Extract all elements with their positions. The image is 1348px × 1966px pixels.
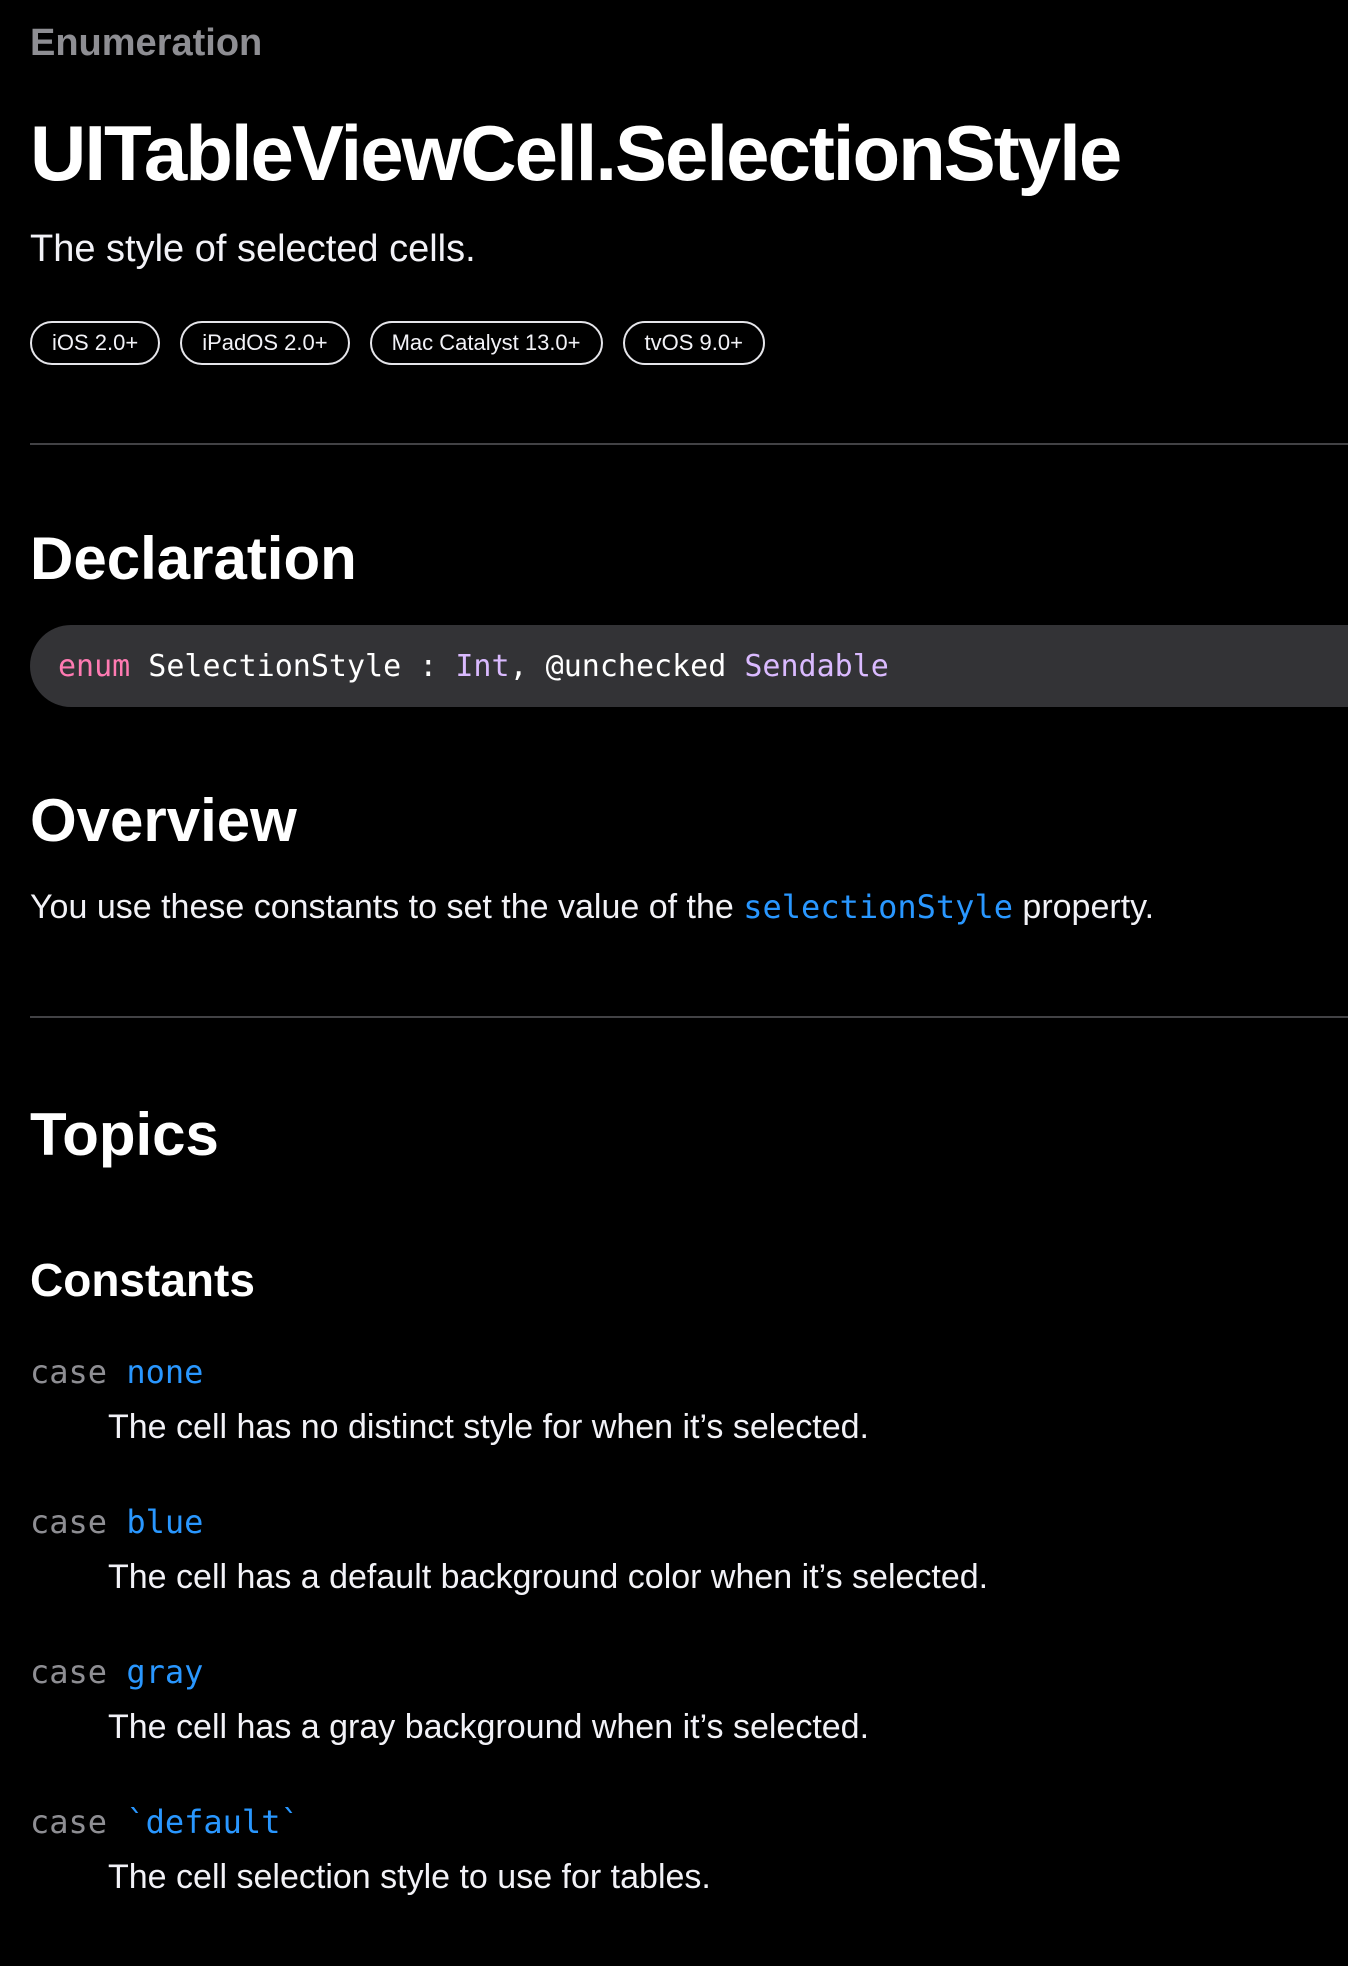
overview-heading: Overview — [30, 787, 297, 854]
overview-paragraph: You use these constants to set the value… — [30, 888, 1154, 927]
declaration-heading: Declaration — [30, 525, 357, 592]
constant-blue-link[interactable]: blue — [126, 1503, 203, 1541]
constant-description: The cell has a default background color … — [108, 1558, 989, 1596]
case-keyword: case — [30, 1653, 108, 1691]
availability-badge-ipados[interactable]: iPadOS 2.0+ — [180, 321, 350, 365]
availability-badge-ios[interactable]: iOS 2.0+ — [30, 321, 161, 365]
overview-text-after: property. — [1012, 888, 1155, 926]
code-keyword: enum — [58, 648, 131, 684]
availability-badges: iOS 2.0+ iPadOS 2.0+ Mac Catalyst 13.0+ … — [30, 321, 765, 365]
abstract: The style of selected cells. — [30, 228, 476, 270]
case-keyword: case — [30, 1503, 108, 1541]
code-name: SelectionStyle : — [130, 648, 456, 684]
constant-none: case none The cell has no distinct style… — [30, 1350, 869, 1447]
case-keyword: case — [30, 1353, 108, 1391]
constant-description: The cell has no distinct style for when … — [108, 1408, 869, 1446]
constant-gray-link[interactable]: gray — [126, 1653, 203, 1691]
code-type-sendable[interactable]: Sendable — [744, 649, 889, 684]
symbol-kind: Enumeration — [30, 22, 263, 64]
constants-heading: Constants — [30, 1254, 255, 1306]
constant-default: case `default` The cell selection style … — [30, 1800, 711, 1897]
constant-none-link[interactable]: none — [126, 1353, 203, 1391]
code-separator: , @unchecked — [509, 648, 745, 684]
overview-text-before: You use these constants to set the value… — [30, 888, 744, 926]
declaration-code: enum SelectionStyle : Int, @unchecked Se… — [30, 625, 1348, 707]
selection-style-link[interactable]: selectionStyle — [743, 888, 1013, 926]
page-title: UITableViewCell.SelectionStyle — [30, 109, 1122, 197]
divider — [30, 1016, 1348, 1018]
code-type-int[interactable]: Int — [455, 649, 509, 684]
availability-badge-mac-catalyst[interactable]: Mac Catalyst 13.0+ — [369, 321, 603, 365]
constant-description: The cell selection style to use for tabl… — [108, 1858, 711, 1896]
constant-description: The cell has a gray background when it’s… — [108, 1708, 870, 1746]
constant-blue: case blue The cell has a default backgro… — [30, 1500, 988, 1597]
availability-badge-tvos[interactable]: tvOS 9.0+ — [622, 321, 765, 365]
constant-gray: case gray The cell has a gray background… — [30, 1650, 869, 1747]
topics-heading: Topics — [30, 1101, 219, 1168]
case-keyword: case — [30, 1803, 108, 1841]
constant-default-link[interactable]: `default` — [126, 1803, 299, 1841]
divider — [30, 443, 1348, 445]
